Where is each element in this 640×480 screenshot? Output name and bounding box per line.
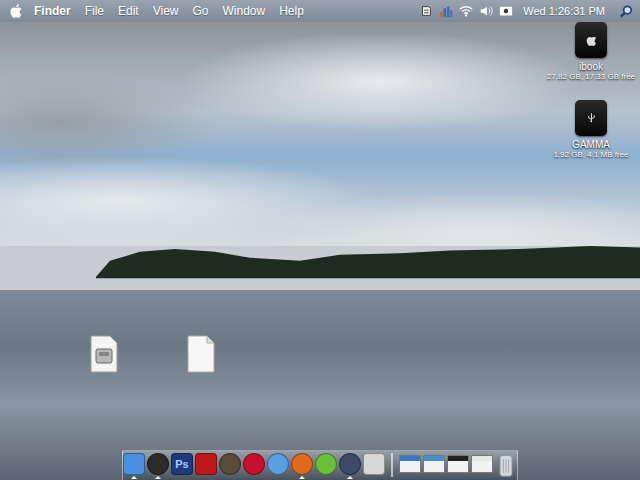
minimized-window[interactable] xyxy=(471,453,493,479)
menu-item[interactable]: Help xyxy=(279,4,304,18)
menu-item[interactable]: File xyxy=(85,4,104,18)
drive-icon[interactable]: GAMMA1.92 GB, 4.1 MB free xyxy=(546,100,636,159)
dock-app[interactable] xyxy=(147,453,169,479)
menu-bar: Finder File Edit View Go Window Help Wed 1:26:3… xyxy=(0,0,640,22)
dock-app[interactable] xyxy=(363,453,385,479)
running-indicator xyxy=(203,476,209,479)
minimized-window[interactable] xyxy=(399,453,421,479)
running-indicator xyxy=(251,476,257,479)
menu-item[interactable]: Edit xyxy=(118,4,139,18)
running-indicator xyxy=(371,476,377,479)
dock-app[interactable]: Ps xyxy=(171,453,193,479)
menu-item[interactable]: View xyxy=(153,4,179,18)
volume-icon[interactable] xyxy=(479,4,493,18)
menu-item[interactable]: Window xyxy=(223,4,266,18)
running-indicator xyxy=(275,476,281,479)
running-indicator xyxy=(323,476,329,479)
window-thumbnail-icon xyxy=(471,455,493,473)
app-icon xyxy=(195,453,217,475)
trash-icon xyxy=(497,453,515,477)
hard-drive-icon xyxy=(575,22,607,58)
display-icon[interactable] xyxy=(499,4,513,18)
file-icon[interactable] xyxy=(89,335,119,373)
status-area: Wed 1:26:31 PM xyxy=(419,4,634,19)
menu-item[interactable]: Go xyxy=(193,4,209,18)
app-icon: Ps xyxy=(171,453,193,475)
app-icon xyxy=(147,453,169,475)
file-icon[interactable] xyxy=(186,335,216,373)
app-icon xyxy=(315,453,337,475)
app-icon xyxy=(363,453,385,475)
app-icon xyxy=(219,453,241,475)
document-icon xyxy=(186,335,216,373)
dock-app[interactable] xyxy=(339,453,361,479)
dock-app[interactable] xyxy=(267,453,289,479)
running-indicator xyxy=(131,476,137,479)
menu-item[interactable]: Finder xyxy=(34,4,71,18)
running-indicator xyxy=(179,476,185,479)
dock-app[interactable] xyxy=(315,453,337,479)
dock-app[interactable] xyxy=(123,453,145,479)
window-thumbnail-icon xyxy=(423,455,445,473)
apple-icon[interactable] xyxy=(10,4,22,18)
desktop: Finder File Edit View Go Window Help Wed 1:26:3… xyxy=(0,0,640,480)
app-icon xyxy=(267,453,289,475)
hills xyxy=(0,246,640,290)
minimized-window[interactable] xyxy=(423,453,445,479)
window-thumbnail-icon xyxy=(399,455,421,473)
wallpaper xyxy=(0,22,640,480)
disk-image-icon xyxy=(89,335,119,373)
hard-drive-icon xyxy=(575,100,607,136)
app-icon xyxy=(291,453,313,475)
running-indicator xyxy=(227,476,233,479)
app-icon xyxy=(123,453,145,475)
running-indicator xyxy=(299,476,305,479)
wifi-icon[interactable] xyxy=(459,4,473,18)
dock-app[interactable] xyxy=(291,453,313,479)
dock: Ps xyxy=(122,450,518,480)
app-icon xyxy=(243,453,265,475)
minimized-window[interactable] xyxy=(447,453,469,479)
dock-app[interactable] xyxy=(243,453,265,479)
running-indicator xyxy=(347,476,353,479)
dock-separator xyxy=(391,453,393,477)
script-icon[interactable] xyxy=(419,4,433,18)
window-thumbnail-icon xyxy=(447,455,469,473)
running-indicator xyxy=(155,476,161,479)
clock[interactable]: Wed 1:26:31 PM xyxy=(523,5,605,17)
bars-icon[interactable] xyxy=(439,4,453,18)
spotlight-icon[interactable] xyxy=(619,4,634,19)
dock-app[interactable] xyxy=(195,453,217,479)
trash[interactable] xyxy=(495,453,517,480)
drive-icon[interactable]: ibook27.82 GB, 17.33 GB free xyxy=(546,22,636,81)
app-icon xyxy=(339,453,361,475)
dock-app[interactable] xyxy=(219,453,241,479)
